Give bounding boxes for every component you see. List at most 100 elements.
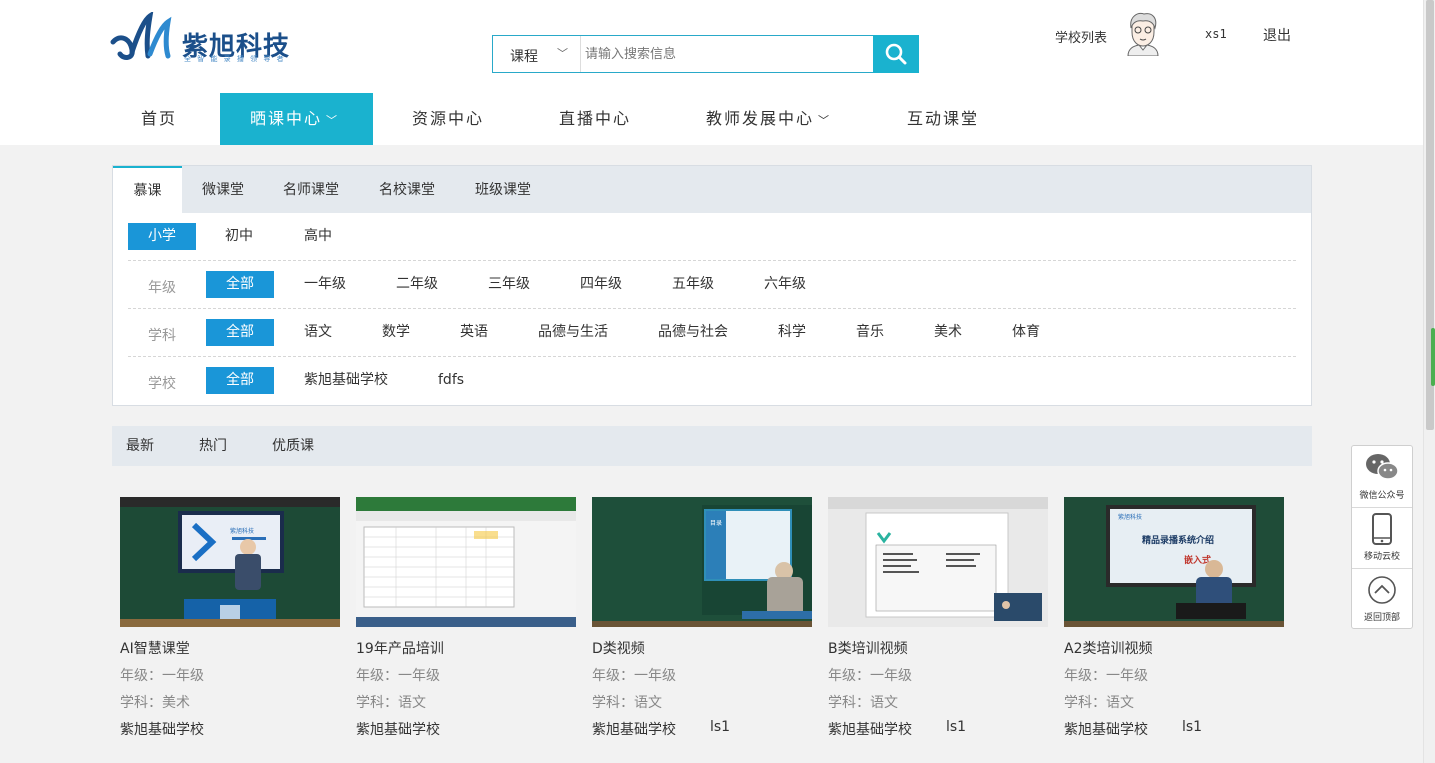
side-indicator [1431, 328, 1435, 386]
thumb-screen-text: 紫旭科技 [230, 527, 254, 535]
school-list-link[interactable]: 学校列表 [1055, 27, 1107, 46]
course-card[interactable]: 紫旭科技 精品录播系统介绍 嵌入式 A2类培训视频 年级：一年级 学科：语文 紫… [1064, 497, 1284, 747]
course-school: 紫旭基础学校 [828, 722, 912, 738]
course-teacher: ls1 [1182, 719, 1203, 735]
tab-famous-school[interactable]: 名校课堂 [379, 166, 435, 213]
search-input[interactable] [582, 36, 872, 72]
course-card[interactable]: B类培训视频 年级：一年级 学科：语文 紫旭基础学校 ls1 [828, 497, 1048, 747]
nav-item-interactive[interactable]: 互动课堂 [907, 93, 979, 145]
school-option[interactable]: fdfs [438, 367, 464, 394]
grade-option[interactable]: 六年级 [764, 271, 806, 298]
course-school: 紫旭基础学校 [356, 722, 440, 738]
course-subject: 学科：美术 [120, 695, 190, 711]
school-option[interactable]: 紫旭基础学校 [304, 367, 388, 394]
avatar[interactable] [1124, 12, 1162, 56]
tab-micro-class[interactable]: 微课堂 [202, 166, 244, 213]
subject-option[interactable]: 科学 [778, 319, 806, 346]
tab-mooc[interactable]: 慕课 [113, 166, 182, 213]
subject-option[interactable]: 音乐 [856, 319, 884, 346]
stage-option-primary[interactable]: 小学 [128, 223, 196, 250]
tab-class[interactable]: 班级课堂 [475, 166, 531, 213]
course-school: 紫旭基础学校 [592, 722, 676, 738]
mobile-phone-icon [1372, 513, 1392, 545]
stage-option-senior[interactable]: 高中 [304, 223, 332, 250]
nav-item-resources[interactable]: 资源中心 [412, 93, 484, 145]
course-title[interactable]: A2类培训视频 [1064, 638, 1152, 658]
grade-option[interactable]: 五年级 [672, 271, 714, 298]
category-tabs: 慕课 微课堂 名师课堂 名校课堂 班级课堂 [113, 166, 1311, 213]
brand-logo[interactable]: 紫旭科技 全 智 能 录 播 领 导 者 [110, 10, 289, 64]
wechat-button[interactable]: 微信公众号 [1352, 446, 1412, 507]
sort-quality[interactable]: 优质课 [272, 426, 314, 466]
nav-item-label: 首页 [141, 109, 178, 128]
subject-option[interactable]: 品德与生活 [538, 319, 608, 346]
nav-item-home[interactable]: 首页 [141, 93, 177, 145]
thumb-screen-text: 精品录播系统介绍 [1142, 534, 1214, 546]
chevron-down-icon: ﹀ [557, 47, 568, 60]
subject-option-all[interactable]: 全部 [206, 319, 274, 346]
course-card[interactable]: 紫旭科技 AI智慧课堂 年级：一年级 学科：美术 紫旭基础学校 [120, 497, 340, 747]
subject-filter-row: 学科 全部 语文 数学 英语 品德与生活 品德与社会 科学 音乐 美术 体育 [128, 309, 1296, 357]
course-card[interactable]: 19年产品培训 年级：一年级 学科：语文 紫旭基础学校 [356, 497, 576, 747]
course-card[interactable]: 目录 D类视频 年级：一年级 学科：语文 紫旭基础学校 ls1 [592, 497, 812, 747]
grade-filter-row: 年级 全部 一年级 二年级 三年级 四年级 五年级 六年级 [128, 261, 1296, 309]
mobile-campus-button[interactable]: 移动云校 [1352, 507, 1412, 568]
stage-option-junior[interactable]: 初中 [225, 223, 253, 250]
course-subject: 学科：语文 [828, 695, 898, 711]
course-thumbnail: 目录 [592, 497, 812, 627]
chevron-down-icon: ﹀ [818, 114, 832, 127]
school-option-all[interactable]: 全部 [206, 367, 274, 394]
grade-option[interactable]: 二年级 [396, 271, 438, 298]
back-to-top-button[interactable]: 返回顶部 [1352, 568, 1412, 629]
nav-item-label: 晒课中心 [250, 109, 323, 128]
site-header: 紫旭科技 全 智 能 录 播 领 导 者 课程 ﹀ 学校列表 xs1 退出 [0, 0, 1423, 145]
course-school: 紫旭基础学校 [1064, 722, 1148, 738]
course-grade: 年级：一年级 [120, 668, 204, 684]
search-type-value: 课程 [510, 49, 538, 65]
sort-latest[interactable]: 最新 [126, 426, 154, 466]
subject-option[interactable]: 品德与社会 [658, 319, 728, 346]
nav-item-label: 直播中心 [559, 109, 632, 128]
subject-option[interactable]: 体育 [1012, 319, 1040, 346]
nav-item-label: 互动课堂 [907, 109, 980, 128]
search-type-select[interactable]: 课程 ﹀ [493, 36, 581, 72]
course-grade: 年级：一年级 [1064, 668, 1148, 684]
chevron-down-icon: ﹀ [326, 114, 340, 127]
course-subject: 学科：语文 [1064, 695, 1134, 711]
grade-option-all[interactable]: 全部 [206, 271, 274, 298]
search-bar: 课程 ﹀ [492, 35, 919, 73]
grade-option[interactable]: 一年级 [304, 271, 346, 298]
brand-tagline: 全 智 能 录 播 领 导 者 [184, 55, 286, 63]
sort-bar: 最新 热门 优质课 [112, 426, 1312, 466]
course-grade: 年级：一年级 [828, 668, 912, 684]
grade-option[interactable]: 三年级 [488, 271, 530, 298]
course-grade: 年级：一年级 [356, 668, 440, 684]
course-title[interactable]: D类视频 [592, 638, 645, 658]
subject-option[interactable]: 数学 [382, 319, 410, 346]
subject-option[interactable]: 美术 [934, 319, 962, 346]
search-button[interactable] [873, 35, 919, 73]
nav-item-teacher-dev[interactable]: 教师发展中心 ﹀ [706, 93, 831, 145]
nav-item-live[interactable]: 直播中心 [559, 93, 631, 145]
course-title[interactable]: AI智慧课堂 [120, 638, 190, 658]
subject-filter-label: 学科 [148, 328, 176, 344]
sort-popular[interactable]: 热门 [199, 426, 227, 466]
course-title[interactable]: 19年产品培训 [356, 638, 444, 658]
school-filter-row: 学校 全部 紫旭基础学校 fdfs [128, 357, 1296, 405]
subject-option[interactable]: 语文 [304, 319, 332, 346]
nav-item-showcase[interactable]: 晒课中心 ﹀ [220, 93, 373, 145]
username: xs1 [1205, 27, 1227, 41]
course-title[interactable]: B类培训视频 [828, 638, 908, 658]
tab-famous-teacher[interactable]: 名师课堂 [283, 166, 339, 213]
grade-option[interactable]: 四年级 [580, 271, 622, 298]
course-school: 紫旭基础学校 [120, 722, 204, 738]
course-thumbnail: 紫旭科技 [120, 497, 340, 627]
chevron-up-icon [1368, 576, 1396, 604]
back-to-top-label: 返回顶部 [1363, 613, 1400, 623]
logout-link[interactable]: 退出 [1263, 25, 1291, 45]
subject-option[interactable]: 英语 [460, 319, 488, 346]
brand-logo-icon [110, 10, 172, 60]
wechat-label: 微信公众号 [1359, 491, 1405, 501]
nav-item-label: 教师发展中心 [706, 109, 815, 128]
course-teacher: ls1 [710, 719, 731, 735]
